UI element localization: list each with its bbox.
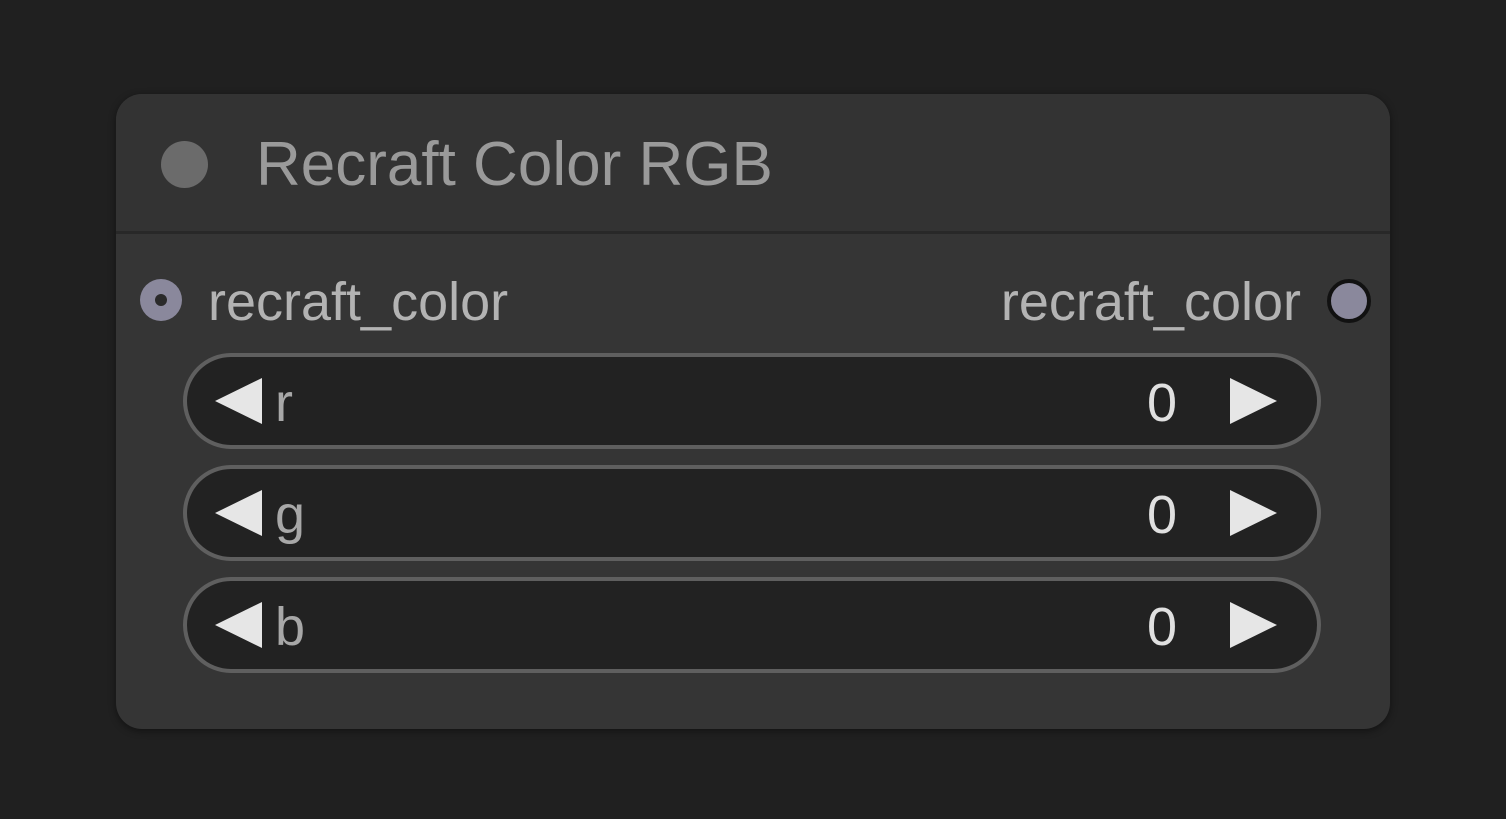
widget-b-label: b (275, 597, 306, 657)
widget-r-label: r (275, 373, 293, 433)
input-slot-label: recraft_color (208, 272, 509, 332)
node-title: Recraft Color RGB (256, 130, 773, 199)
graph-canvas[interactable]: Recraft Color RGB recraft_color recraft_… (0, 0, 1506, 819)
widget-g[interactable]: g 0 (183, 465, 1321, 561)
widget-b[interactable]: b 0 (183, 577, 1321, 673)
increment-g-icon[interactable] (1230, 490, 1277, 536)
widget-b-value[interactable]: 0 (1147, 597, 1177, 657)
widget-r-value[interactable]: 0 (1147, 373, 1177, 433)
output-slot-label: recraft_color (1000, 272, 1301, 332)
increment-r-icon[interactable] (1230, 378, 1277, 424)
decrement-r-icon[interactable] (215, 378, 262, 424)
widget-g-label: g (275, 485, 306, 545)
node-header[interactable]: Recraft Color RGB (116, 94, 1390, 234)
input-slot-icon[interactable] (140, 279, 182, 321)
decrement-b-icon[interactable] (215, 602, 262, 648)
widget-g-value[interactable]: 0 (1147, 485, 1177, 545)
decrement-g-icon[interactable] (215, 490, 262, 536)
output-slot-icon[interactable] (1327, 279, 1371, 323)
increment-b-icon[interactable] (1230, 602, 1277, 648)
widget-r[interactable]: r 0 (183, 353, 1321, 449)
recraft-color-rgb-node[interactable]: Recraft Color RGB recraft_color recraft_… (116, 94, 1390, 729)
collapse-toggle-icon[interactable] (161, 141, 208, 188)
